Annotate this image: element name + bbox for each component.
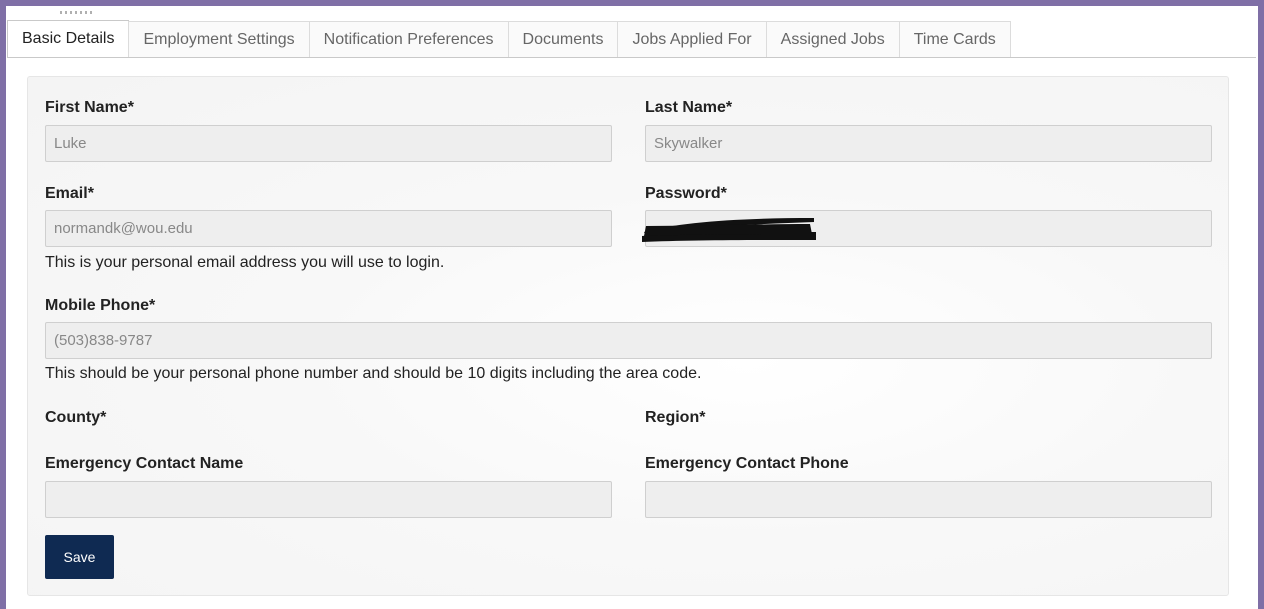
region-label: Region* [645,409,706,426]
tab-basic-details[interactable]: Basic Details [7,20,130,58]
mobile-phone-field[interactable] [45,322,1212,359]
tab-documents[interactable]: Documents [507,21,619,58]
save-button[interactable]: Save [45,535,114,579]
email-help-text: This is your personal email address you … [45,254,445,271]
tab-divider [7,57,1256,58]
password-label: Password* [645,185,727,202]
tab-assigned-jobs[interactable]: Assigned Jobs [765,21,900,58]
emergency-contact-phone-label: Emergency Contact Phone [645,455,849,472]
mobile-phone-help-text: This should be your personal phone numbe… [45,365,702,382]
emergency-contact-phone-field[interactable] [645,481,1212,518]
first-name-label: First Name* [45,99,134,116]
tab-bar: Basic Details Employment Settings Notifi… [7,14,1011,58]
mobile-phone-label: Mobile Phone* [45,297,156,314]
last-name-label: Last Name* [645,99,733,116]
county-label: County* [45,409,107,426]
tab-jobs-applied-for[interactable]: Jobs Applied For [617,21,767,58]
tab-time-cards[interactable]: Time Cards [898,21,1011,58]
tab-employment-settings[interactable]: Employment Settings [128,21,310,58]
emergency-contact-name-field[interactable] [45,481,612,518]
email-field[interactable] [45,210,612,247]
redaction-mark [642,218,816,242]
email-label: Email* [45,185,94,202]
last-name-field[interactable] [645,125,1212,162]
tab-notification-preferences[interactable]: Notification Preferences [308,21,509,58]
first-name-field[interactable] [45,125,612,162]
emergency-contact-name-label: Emergency Contact Name [45,455,244,472]
